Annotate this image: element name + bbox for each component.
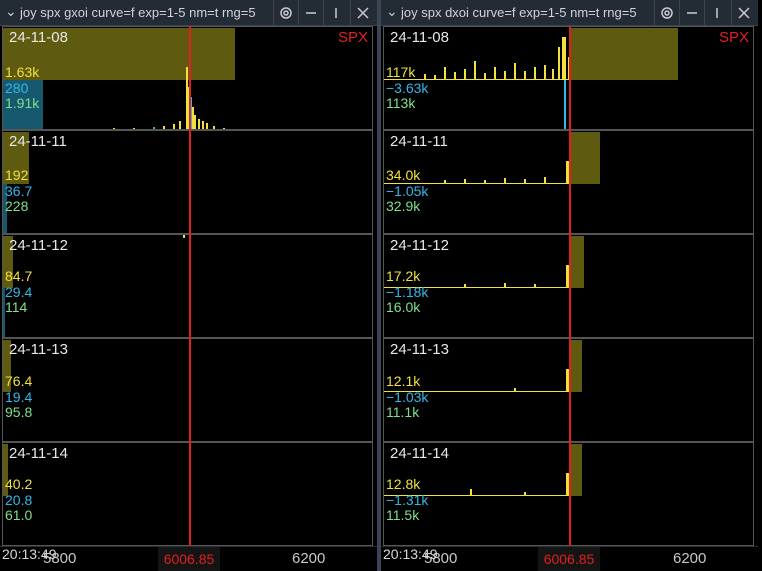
panel-date: 24-11-08 bbox=[9, 29, 68, 46]
current-price-label: 6006.85 bbox=[538, 547, 600, 571]
positive-value: 192 bbox=[5, 167, 29, 183]
panel-date: 24-11-12 bbox=[390, 237, 449, 254]
positive-value: 117k bbox=[386, 64, 416, 80]
panel-date: 24-11-14 bbox=[9, 445, 68, 462]
left-plot-area[interactable]: 24-11-08 SPX 1.63k 280 1.91k 24-11-11 19… bbox=[0, 26, 377, 546]
positive-value: 84.7 bbox=[5, 268, 33, 284]
minimize-icon[interactable] bbox=[298, 0, 322, 26]
negative-value: 20.8 bbox=[5, 492, 33, 508]
panel-date: 24-11-13 bbox=[9, 341, 68, 358]
left-title-bar[interactable]: ⌄ joy spx gxoi curve=f exp=1-5 nm=t rng=… bbox=[0, 0, 377, 26]
right-chart-window: ⌄ joy spx dxoi curve=f exp=1-5 nm=t rng=… bbox=[381, 0, 758, 571]
negative-value: −3.63k bbox=[386, 80, 429, 96]
gear-icon[interactable] bbox=[273, 0, 297, 26]
net-value: 32.9k bbox=[386, 198, 421, 214]
maximize-icon[interactable] bbox=[323, 0, 347, 26]
expiry-panel: 24-11-13 76.4 19.4 95.8 bbox=[2, 338, 373, 442]
close-icon[interactable] bbox=[350, 0, 374, 26]
symbol-label: SPX bbox=[718, 29, 749, 46]
negative-value: −1.18k bbox=[386, 284, 429, 300]
expiry-panel: 24-11-12 84.7 29.4 114 bbox=[2, 234, 373, 338]
expiry-panel: 24-11-14 40.2 20.8 61.0 bbox=[2, 442, 373, 546]
close-icon[interactable] bbox=[731, 0, 755, 26]
x-tick-label: 6200 bbox=[292, 550, 326, 567]
x-tick-label: 6200 bbox=[673, 550, 707, 567]
panel-date: 24-11-12 bbox=[9, 237, 68, 254]
net-value: 114 bbox=[5, 299, 28, 315]
net-value: 113k bbox=[386, 95, 416, 111]
right-title-bar[interactable]: ⌄ joy spx dxoi curve=f exp=1-5 nm=t rng=… bbox=[381, 0, 758, 26]
panel-date: 24-11-13 bbox=[390, 341, 449, 358]
positive-value: 17.2k bbox=[386, 268, 421, 284]
left-chart-window: ⌄ joy spx gxoi curve=f exp=1-5 nm=t rng=… bbox=[0, 0, 377, 571]
negative-value: 29.4 bbox=[5, 284, 33, 300]
negative-value: 19.4 bbox=[5, 389, 33, 405]
net-value: 16.0k bbox=[386, 299, 421, 315]
net-value: 228 bbox=[5, 198, 29, 214]
negative-value: −1.05k bbox=[386, 183, 429, 199]
symbol-label: SPX bbox=[337, 29, 368, 46]
chevron-down-icon[interactable]: ⌄ bbox=[386, 3, 398, 20]
negative-value: −1.31k bbox=[386, 492, 429, 508]
panel-date: 24-11-11 bbox=[390, 133, 448, 150]
gear-icon[interactable] bbox=[654, 0, 678, 26]
positive-value: 12.1k bbox=[386, 373, 421, 389]
expiry-panel: 24-11-11 192 36.7 228 bbox=[2, 130, 373, 234]
positive-value: 34.0k bbox=[386, 167, 421, 183]
negative-value: 280 bbox=[5, 80, 29, 96]
right-x-axis: 5800 6200 20:13:49 6006.85 bbox=[381, 546, 758, 571]
expiry-panel: 24-11-08 SPX 1.63k 280 1.91k bbox=[2, 26, 373, 130]
timestamp: 20:13:49 bbox=[383, 546, 438, 562]
net-value: 95.8 bbox=[5, 404, 33, 420]
minimize-icon[interactable] bbox=[679, 0, 703, 26]
negative-value: −1.03k bbox=[386, 389, 429, 405]
panel-date: 24-11-08 bbox=[390, 29, 449, 46]
timestamp: 20:13:49 bbox=[2, 546, 57, 562]
positive-value: 1.63k bbox=[5, 64, 40, 80]
left-window-title: joy spx gxoi curve=f exp=1-5 nm=t rng=5 bbox=[20, 5, 256, 20]
net-value: 11.5k bbox=[386, 507, 420, 523]
positive-value: 76.4 bbox=[5, 373, 33, 389]
right-window-title: joy spx dxoi curve=f exp=1-5 nm=t rng=5 bbox=[401, 5, 637, 20]
negative-value: 36.7 bbox=[5, 183, 33, 199]
panel-date: 24-11-14 bbox=[390, 445, 449, 462]
positive-value: 12.8k bbox=[386, 476, 421, 492]
price-line bbox=[189, 26, 191, 546]
positive-value: 40.2 bbox=[5, 476, 33, 492]
net-value: 61.0 bbox=[5, 507, 33, 523]
chevron-down-icon[interactable]: ⌄ bbox=[5, 3, 17, 20]
net-value: 11.1k bbox=[386, 404, 420, 420]
right-plot-area[interactable]: 24-11-08 SPX 117k −3.63k 113k 24-11-11 3… bbox=[381, 26, 758, 546]
net-value: 1.91k bbox=[5, 95, 40, 111]
current-price-label: 6006.85 bbox=[158, 547, 220, 571]
price-line bbox=[569, 26, 571, 546]
maximize-icon[interactable] bbox=[704, 0, 728, 26]
left-x-axis: 5800 6200 20:13:49 6006.85 bbox=[0, 546, 377, 571]
panel-date: 24-11-11 bbox=[9, 133, 67, 150]
